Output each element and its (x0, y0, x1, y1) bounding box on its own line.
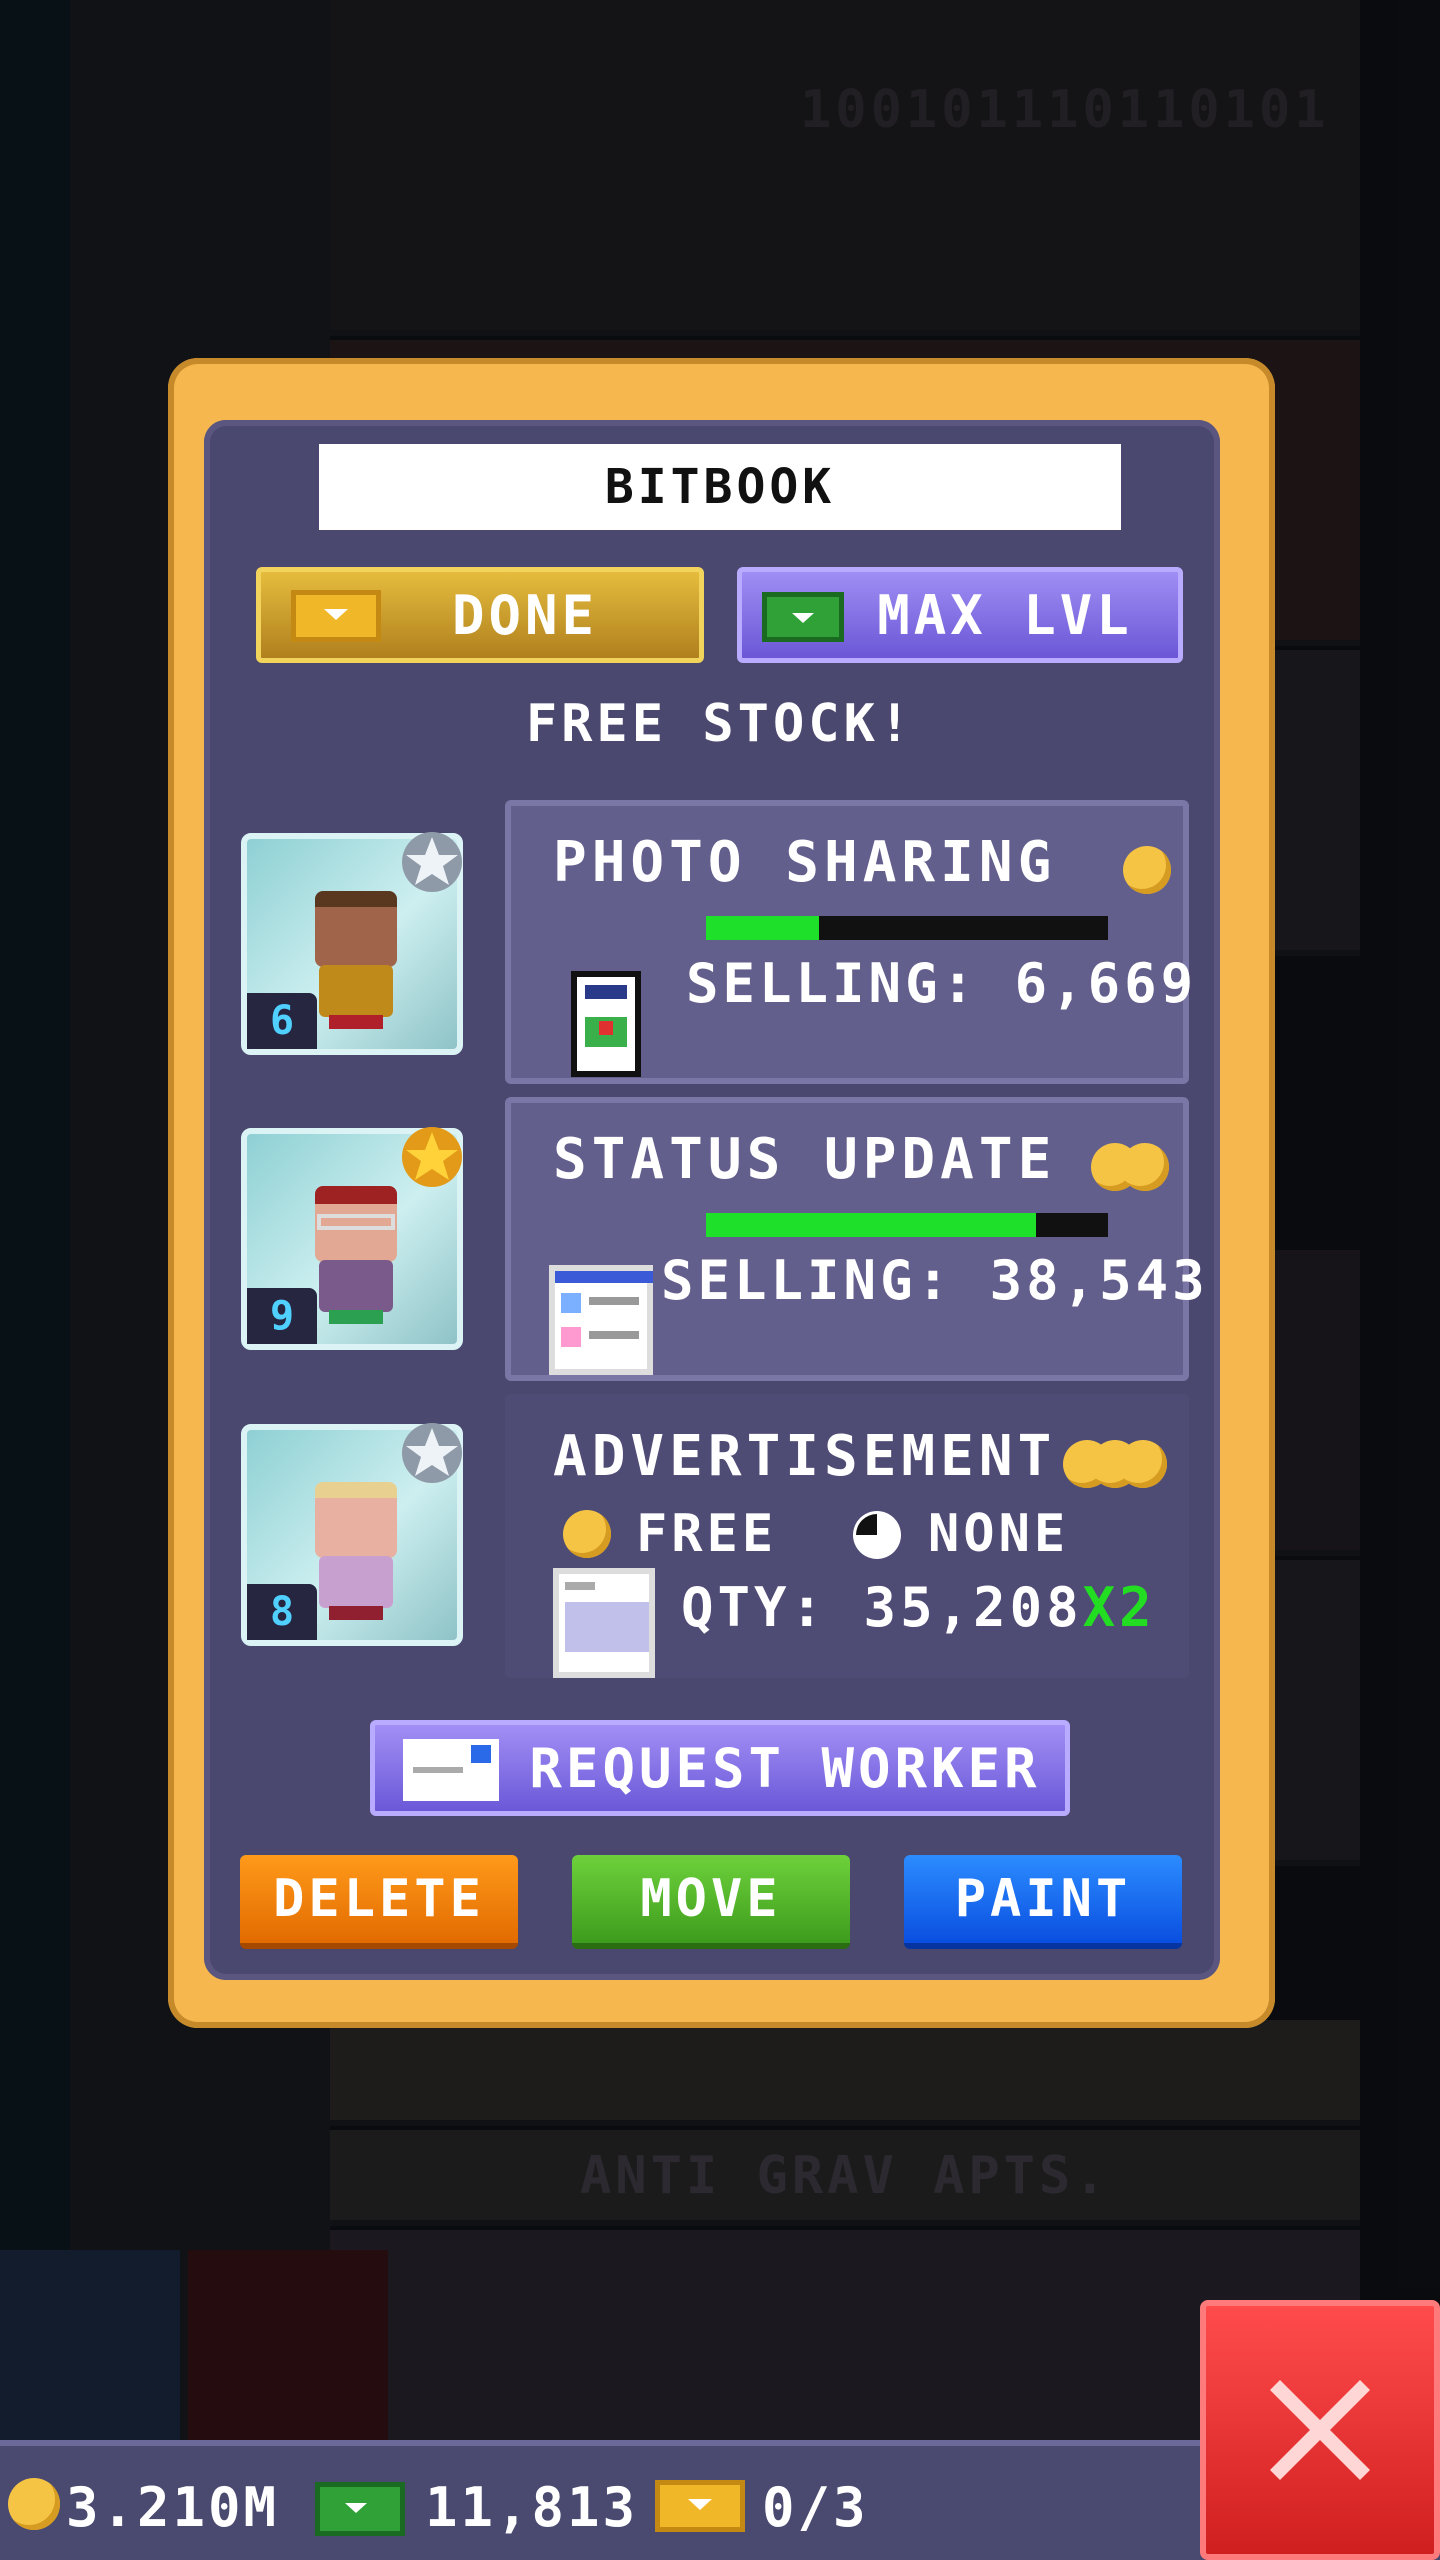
product-name: PHOTO SHARING (553, 830, 1057, 895)
product-panel-status-update[interactable]: STATUS UPDATE SELLING: 38,543 (505, 1097, 1205, 1381)
worker-legs (329, 1310, 383, 1324)
stock-quantity: QTY: 35,208X2 (681, 1576, 1156, 1639)
product-panel-photo-sharing[interactable]: PHOTO SHARING SELLING: 6,669 (505, 800, 1193, 1084)
worker-portrait[interactable]: 8 (241, 1423, 463, 1646)
advertisement-item-icon (553, 1568, 655, 1678)
close-icon (1270, 2380, 1370, 2480)
worker-body (319, 965, 393, 1017)
silver-star-icon (402, 832, 462, 892)
worker-portrait[interactable]: 6 (241, 832, 463, 1055)
max-level-button[interactable]: MAX LVL (737, 567, 1183, 663)
letter-icon (403, 1739, 499, 1801)
selling-count: SELLING: 38,543 (661, 1249, 1209, 1312)
bux-icon (315, 2482, 405, 2536)
production-progress-bar (706, 1213, 1108, 1237)
production-progress-fill (706, 1213, 1036, 1237)
request-worker-label: REQUEST WORKER (529, 1736, 1041, 1800)
close-button[interactable] (1200, 2300, 1440, 2560)
delete-button[interactable]: DELETE (240, 1855, 518, 1949)
worker-body (319, 1556, 393, 1608)
ticket-icon (655, 2480, 745, 2532)
coin-icon (8, 2478, 60, 2530)
coin-icon (1123, 846, 1171, 894)
ticket-icon (291, 590, 381, 642)
status-update-item-icon (549, 1265, 653, 1375)
coin-icon (1119, 1440, 1167, 1488)
photo-item-icon (571, 971, 641, 1077)
worker-level: 8 (247, 1584, 317, 1640)
product-name: STATUS UPDATE (553, 1127, 1057, 1192)
worker-legs (329, 1015, 383, 1029)
production-progress-bar (706, 916, 1108, 940)
product-panel-advertisement[interactable]: ADVERTISEMENT FREE NONE QTY: 35,208X2 (505, 1394, 1189, 1678)
production-progress-fill (706, 916, 819, 940)
worker-legs (329, 1606, 383, 1620)
request-worker-button[interactable]: REQUEST WORKER (370, 1720, 1070, 1816)
stock-quantity-value: QTY: 35,208 (681, 1576, 1083, 1639)
bux-icon (762, 592, 844, 642)
selling-count: SELLING: 6,669 (686, 952, 1198, 1015)
worker-head (315, 891, 397, 967)
move-button[interactable]: MOVE (572, 1855, 850, 1949)
gold-star-icon (402, 1127, 462, 1187)
product-name: ADVERTISEMENT (553, 1424, 1057, 1489)
quantity-multiplier: X2 (1082, 1576, 1156, 1639)
bux-balance: 11,813 (425, 2476, 639, 2539)
paint-button[interactable]: PAINT (904, 1855, 1182, 1949)
worker-level: 9 (247, 1288, 317, 1344)
worker-head (315, 1186, 397, 1262)
floor-title: BITBOOK (319, 444, 1121, 530)
clock-icon (853, 1511, 901, 1559)
coin-balance: 3.210M (66, 2476, 280, 2539)
restock-time: NONE (928, 1504, 1070, 1564)
ticket-count: 0/3 (762, 2476, 869, 2539)
worker-head (315, 1482, 397, 1558)
free-stock-label: FREE STOCK! (525, 694, 915, 754)
restock-cost: FREE (636, 1504, 778, 1564)
silver-star-icon (402, 1423, 462, 1483)
worker-level: 6 (247, 993, 317, 1049)
coin-icon (563, 1510, 611, 1558)
coin-icon (1121, 1143, 1169, 1191)
worker-body (319, 1260, 393, 1312)
max-level-label: MAX LVL (877, 583, 1133, 647)
done-button[interactable]: DONE (256, 567, 704, 663)
done-button-label: DONE (451, 583, 599, 647)
worker-portrait[interactable]: 9 (241, 1127, 463, 1350)
